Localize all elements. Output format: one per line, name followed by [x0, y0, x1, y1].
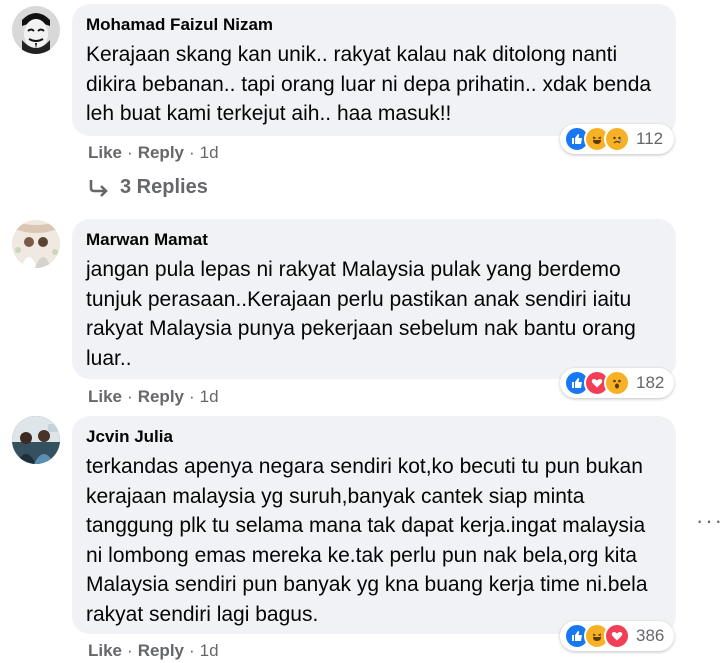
wedding-photo-avatar [12, 220, 60, 268]
guy-fawkes-mask-avatar [12, 6, 60, 54]
comment-author[interactable]: Jcvin Julia [86, 426, 662, 448]
reaction-count: 112 [636, 129, 664, 148]
comment-author[interactable]: Marwan Mamat [86, 229, 662, 251]
comment-author[interactable]: Mohamad Faizul Nizam [86, 14, 662, 36]
comment-text: jangan pula lepas ni rakyat Malaysia pul… [86, 258, 636, 370]
comment-actions: Like · Reply · 1d [88, 641, 219, 660]
wow-icon [604, 370, 630, 396]
avatar[interactable] [12, 220, 60, 268]
sad-icon [604, 126, 630, 152]
timestamp[interactable]: 1d [200, 387, 219, 406]
comment-text: terkandas apenya negara sendiri kot,ko b… [86, 455, 648, 626]
reply-link[interactable]: Reply [138, 143, 184, 162]
reply-arrow-icon [89, 179, 108, 197]
reaction-count: 386 [636, 626, 665, 645]
like-link[interactable]: Like [88, 143, 122, 162]
more-options-icon[interactable]: ··· [696, 508, 724, 534]
comment-bubble: Jcvin Julia terkandas apenya negara send… [72, 416, 676, 634]
comment-bubble: Mohamad Faizul Nizam Kerajaan skang kan … [72, 4, 676, 136]
avatar[interactable] [12, 416, 60, 464]
view-replies-link[interactable]: 3 Replies [88, 176, 208, 199]
reply-link[interactable]: Reply [138, 641, 184, 660]
timestamp[interactable]: 1d [200, 143, 219, 162]
reaction-summary[interactable]: 112 [560, 124, 674, 154]
timestamp[interactable]: 1d [200, 641, 219, 660]
comment-text: Kerajaan skang kan unik.. rakyat kalau n… [86, 43, 652, 125]
reaction-summary[interactable]: 386 [560, 621, 674, 651]
comment-bubble: Marwan Mamat jangan pula lepas ni rakyat… [72, 219, 676, 379]
reaction-count: 182 [636, 373, 665, 392]
reply-link[interactable]: Reply [138, 387, 184, 406]
avatar[interactable] [12, 6, 60, 54]
like-link[interactable]: Like [88, 641, 122, 660]
reaction-summary[interactable]: 182 [560, 368, 674, 398]
comment-actions: Like · Reply · 1d [88, 143, 219, 162]
love-icon [604, 623, 630, 649]
comment-actions: Like · Reply · 1d [88, 387, 219, 406]
replies-label: 3 Replies [120, 176, 208, 198]
like-link[interactable]: Like [88, 387, 122, 406]
group-photo-avatar [12, 416, 60, 464]
